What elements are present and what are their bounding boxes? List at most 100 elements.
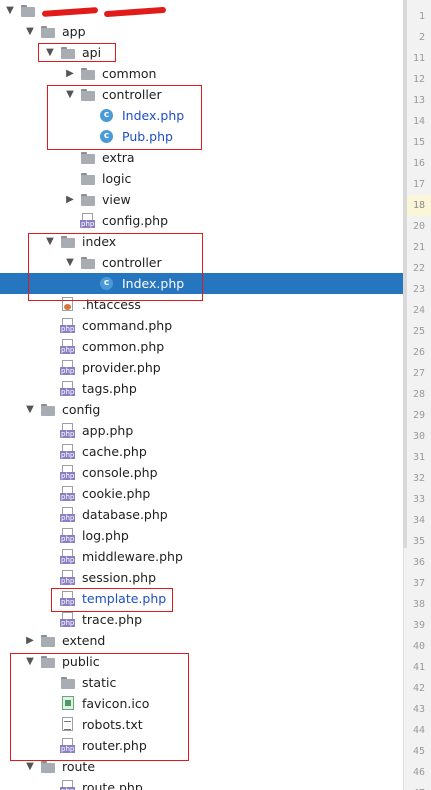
chevron-down-icon[interactable]: ▼ (64, 84, 76, 105)
tree-row-console-php[interactable]: console.php (0, 462, 403, 483)
folder-icon (60, 234, 76, 249)
tree-row-router-php[interactable]: router.php (0, 735, 403, 756)
tree-row-common[interactable]: ▶ common (0, 63, 403, 84)
folder-icon (80, 255, 96, 270)
tree-item-label: Index.php (122, 276, 185, 291)
scrollbar[interactable] (403, 0, 407, 548)
tree-row-provider-php[interactable]: provider.php (0, 357, 403, 378)
php-file-icon (60, 423, 76, 438)
tree-row-extend[interactable]: ▶ extend (0, 630, 403, 651)
line-number: 39 (412, 620, 425, 631)
tree-row-app[interactable]: ▼ app (0, 21, 403, 42)
folder-icon (80, 171, 96, 186)
chevron-right-icon[interactable]: ▶ (64, 63, 76, 84)
tree-row-session-php[interactable]: session.php (0, 567, 403, 588)
chevron-down-icon[interactable]: ▼ (44, 231, 56, 252)
tree-item-label: app (62, 24, 86, 39)
tree-item-label: command.php (82, 318, 173, 333)
tree-row-tags-php[interactable]: tags.php (0, 378, 403, 399)
tree-row-common-php[interactable]: common.php (0, 336, 403, 357)
tree-item-label: Index.php (122, 108, 185, 123)
folder-icon (60, 675, 76, 690)
php-file-icon (60, 486, 76, 501)
line-number: 40 (412, 641, 425, 652)
tree-row-index-php[interactable]: c Index.php (0, 273, 403, 294)
chevron-down-icon[interactable]: ▼ (24, 399, 36, 420)
tree-row-controller[interactable]: ▼ controller (0, 84, 403, 105)
folder-icon (40, 24, 56, 39)
chevron-down-icon[interactable]: ▼ (24, 651, 36, 672)
tree-row-config[interactable]: ▼ config (0, 399, 403, 420)
tree-item-label: index (82, 234, 117, 249)
tree-item-label: cookie.php (82, 486, 151, 501)
tree-row-controller[interactable]: ▼ controller (0, 252, 403, 273)
tree-item-label: log.php (82, 528, 129, 543)
tree-row-pub-php[interactable]: c Pub.php (0, 126, 403, 147)
folder-icon (80, 66, 96, 81)
tree-row-app-php[interactable]: app.php (0, 420, 403, 441)
tree-row-route-php[interactable]: route.php (0, 777, 403, 790)
chevron-right-icon[interactable]: ▶ (64, 189, 76, 210)
redacted-path-segment (103, 6, 167, 17)
tree-row-view[interactable]: ▶ view (0, 189, 403, 210)
tree-row-cookie-php[interactable]: cookie.php (0, 483, 403, 504)
php-file-icon (60, 738, 76, 753)
tree-row-index[interactable]: ▼ index (0, 231, 403, 252)
folder-icon (20, 3, 36, 18)
php-file-icon (60, 780, 76, 790)
line-number: 45 (412, 746, 425, 757)
tree-row-robots-txt[interactable]: robots.txt (0, 714, 403, 735)
chevron-down-icon[interactable]: ▼ (44, 42, 56, 63)
line-number: 41 (412, 662, 425, 673)
php-class-icon: c (100, 109, 113, 122)
tree-row-template-php[interactable]: template.php (0, 588, 403, 609)
tree-row-database-php[interactable]: database.php (0, 504, 403, 525)
tree-row-cache-php[interactable]: cache.php (0, 441, 403, 462)
chevron-down-icon[interactable]: ▼ (4, 0, 16, 21)
tree-row-trace-php[interactable]: trace.php (0, 609, 403, 630)
tree-item-label: common (102, 66, 157, 81)
tree-item-label: controller (102, 87, 162, 102)
tree-row-log-php[interactable]: log.php (0, 525, 403, 546)
tree-row-route[interactable]: ▼ route (0, 756, 403, 777)
chevron-right-icon[interactable]: ▶ (24, 630, 36, 651)
tree-row-public[interactable]: ▼ public (0, 651, 403, 672)
tree-row-config-php[interactable]: config.php (0, 210, 403, 231)
tree-item-label: middleware.php (82, 549, 183, 564)
tree-row-command-php[interactable]: command.php (0, 315, 403, 336)
tree-row-logic[interactable]: logic (0, 168, 403, 189)
php-file-icon (60, 339, 76, 354)
chevron-down-icon[interactable]: ▼ (64, 252, 76, 273)
php-file-icon (60, 465, 76, 480)
php-class-icon: c (100, 130, 113, 143)
folder-icon (80, 87, 96, 102)
tree-row-middleware-php[interactable]: middleware.php (0, 546, 403, 567)
tree-row-index-php[interactable]: c Index.php (0, 105, 403, 126)
tree-row-root[interactable]: ▼ (0, 0, 403, 21)
tree-item-label: session.php (82, 570, 157, 585)
tree-item-label: .htaccess (82, 297, 141, 312)
chevron-down-icon[interactable]: ▼ (24, 756, 36, 777)
php-file-icon (60, 570, 76, 585)
chevron-down-icon[interactable]: ▼ (24, 21, 36, 42)
tree-item-label: common.php (82, 339, 165, 354)
tree-row-extra[interactable]: extra (0, 147, 403, 168)
tree-item-label: favicon.ico (82, 696, 150, 711)
folder-icon (40, 654, 56, 669)
tree-row-api[interactable]: ▼ api (0, 42, 403, 63)
text-file-icon (60, 717, 76, 732)
tree-item-label: config (62, 402, 101, 417)
redacted-project-name (41, 6, 99, 17)
project-tree[interactable]: ▼ ▼ app ▼ api ▶ common ▼ controller c Index.php c Pu… (0, 0, 403, 790)
tree-row-static[interactable]: static (0, 672, 403, 693)
php-file-icon (60, 381, 76, 396)
tree-item-label: app.php (82, 423, 134, 438)
line-number: 46 (412, 767, 425, 778)
tree-item-label: view (102, 192, 131, 207)
tree-row-favicon-ico[interactable]: favicon.ico (0, 693, 403, 714)
tree-row-htaccess[interactable]: .htaccess (0, 294, 403, 315)
line-number: 42 (412, 683, 425, 694)
tree-item-label: public (62, 654, 100, 669)
php-class-icon: c (100, 277, 113, 290)
htaccess-file-icon (60, 297, 76, 312)
